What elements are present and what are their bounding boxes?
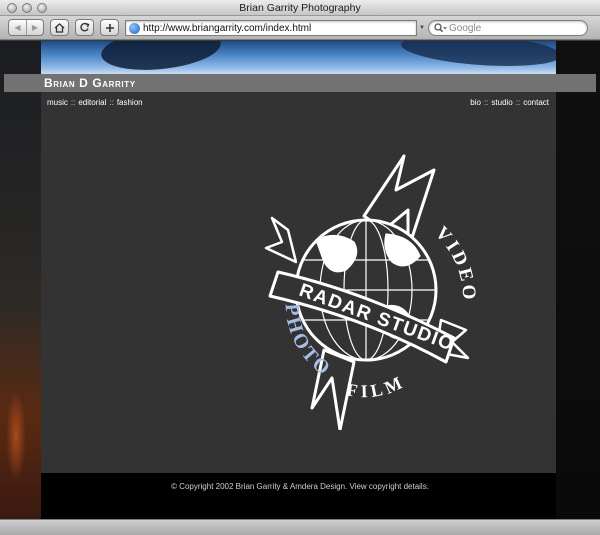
nav-separator: :: [70, 98, 76, 107]
browser-toolbar: ◀ ▶ http://www.briangarrity.com/index.ht… [0, 16, 600, 40]
back-forward-buttons: ◀ ▶ [8, 19, 44, 36]
back-button[interactable]: ◀ [9, 20, 26, 35]
search-field[interactable]: Google [428, 20, 588, 36]
address-dropdown-icon[interactable]: ▼ [419, 25, 425, 31]
nav-link-contact[interactable]: contact [523, 98, 549, 107]
site-globe-icon [129, 22, 140, 34]
home-icon [54, 22, 65, 33]
reload-icon [80, 22, 90, 32]
info-nav: bio:: studio:: contact [470, 98, 549, 107]
nav-link-editorial[interactable]: editorial [78, 98, 106, 107]
header-photo-banner [41, 41, 556, 74]
reload-button[interactable] [75, 19, 94, 36]
site-name: Brian D Garrity [44, 76, 136, 90]
portfolio-nav: music:: editorial:: fashion [47, 98, 143, 107]
home-button[interactable] [50, 19, 69, 36]
address-bar[interactable]: http://www.briangarrity.com/index.html [125, 20, 417, 36]
add-bookmark-button[interactable] [100, 19, 119, 36]
radar-studio-logo[interactable]: RADAR STUDIO PHOTO VIDEO FILM [236, 130, 496, 430]
main-content: music:: editorial:: fashion bio:: studio:: c… [41, 92, 556, 473]
site-name-bar: Brian D Garrity [4, 74, 596, 92]
nav-link-bio[interactable]: bio [470, 98, 481, 107]
page-viewport: Brian D Garrity music:: editorial:: fashio… [0, 41, 600, 519]
window-titlebar: Brian Garrity Photography [0, 0, 600, 16]
nav-link-music[interactable]: music [47, 98, 68, 107]
search-placeholder: Google [449, 22, 482, 34]
background-right [556, 41, 600, 519]
background-photo-left [0, 41, 41, 519]
back-arrow-icon: ◀ [14, 23, 21, 32]
forward-arrow-icon: ▶ [31, 23, 39, 32]
nav-separator: :: [483, 98, 489, 107]
search-icon [434, 23, 447, 33]
footer-copyright: © Copyright 2002 Brian Garrity & Amdera … [171, 482, 429, 491]
nav-separator: :: [109, 98, 114, 107]
logo-word-film: FILM [345, 371, 408, 401]
nav-link-studio[interactable]: studio [491, 98, 512, 107]
nav-separator: :: [515, 98, 521, 107]
nav-link-fashion[interactable]: fashion [117, 98, 143, 107]
forward-button[interactable]: ▶ [26, 20, 43, 35]
window-title: Brian Garrity Photography [239, 2, 361, 14]
window-bottom-bar [0, 519, 600, 535]
address-url: http://www.briangarrity.com/index.html [143, 22, 312, 34]
plus-icon [105, 23, 114, 32]
logo-word-video: VIDEO [431, 222, 480, 303]
